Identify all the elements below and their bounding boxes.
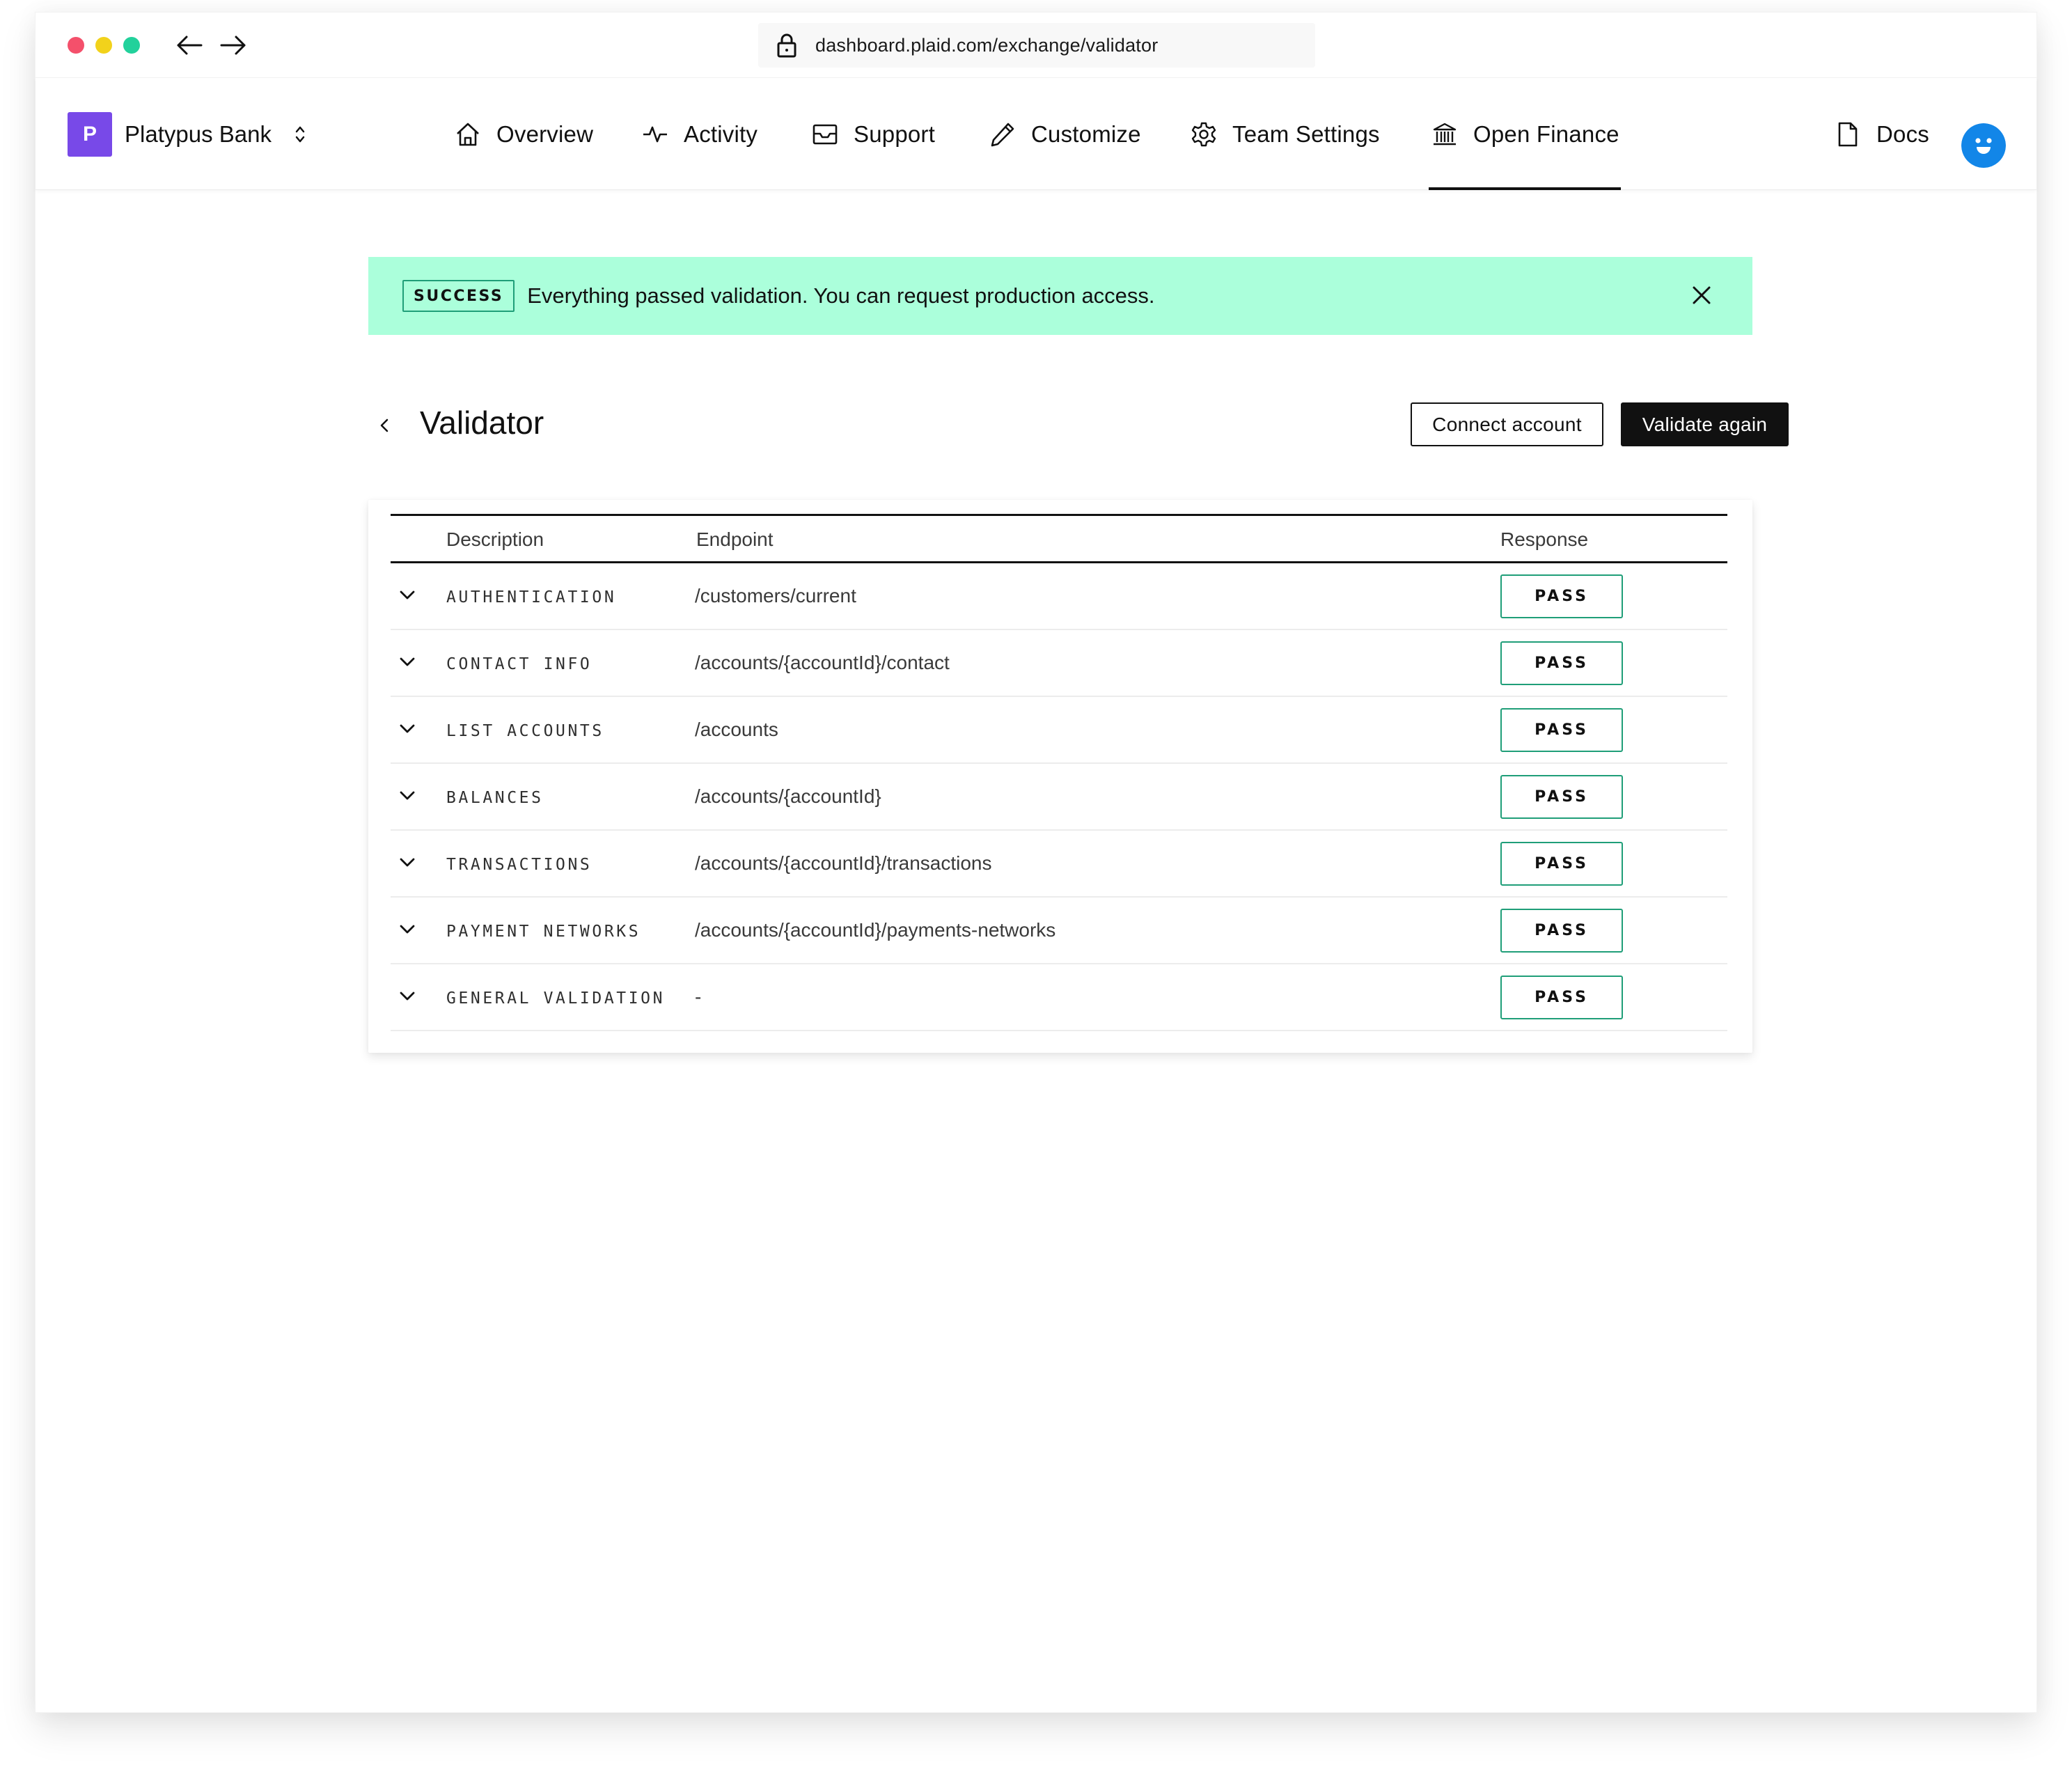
address-bar[interactable]: dashboard.plaid.com/exchange/validator [758, 23, 1315, 68]
header-endpoint: Endpoint [696, 528, 774, 550]
header-response: Response [1500, 528, 1589, 550]
status-badge: PASS [1500, 842, 1623, 886]
nav-label: Support [854, 121, 935, 147]
gear-icon [1191, 122, 1216, 147]
status-badge: PASS [1500, 641, 1623, 685]
table-row[interactable]: LIST ACCOUNTS /accounts PASS [391, 697, 1727, 764]
chevron-down-icon[interactable] [400, 657, 415, 667]
chevron-updown-icon [295, 126, 305, 143]
row-endpoint: /customers/current [695, 585, 856, 606]
chevron-down-icon[interactable] [400, 992, 415, 1001]
row-description: CONTACT INFO [446, 655, 592, 673]
table-header: Description Endpoint Response [391, 514, 1727, 563]
header-description: Description [446, 528, 544, 550]
bank-icon [1433, 123, 1457, 146]
window-maximize-dot[interactable] [123, 37, 140, 54]
nav-label: Team Settings [1232, 121, 1380, 147]
activity-icon [643, 126, 667, 143]
nav-activity[interactable]: Activity [642, 112, 758, 157]
window-minimize-dot[interactable] [95, 37, 112, 54]
table-row[interactable]: PAYMENT NETWORKS /accounts/{accountId}/p… [391, 898, 1727, 964]
avatar-circle [1961, 123, 2006, 168]
user-avatar[interactable] [1961, 123, 2006, 168]
table-row[interactable]: BALANCES /accounts/{accountId} PASS [391, 764, 1727, 831]
row-description: TRANSACTIONS [446, 856, 592, 874]
window-close-dot[interactable] [68, 37, 84, 54]
forward-arrow-icon[interactable] [220, 35, 246, 56]
pencil-icon [991, 123, 1014, 147]
browser-toolbar: dashboard.plaid.com/exchange/validator [36, 13, 2036, 78]
row-endpoint: /accounts/{accountId}/payments-networks [695, 919, 1056, 941]
table-row[interactable]: TRANSACTIONS /accounts/{accountId}/trans… [391, 831, 1727, 898]
nav-docs[interactable]: Docs [1835, 112, 1929, 157]
status-badge: PASS [1500, 909, 1623, 953]
browser-window: dashboard.plaid.com/exchange/validator P… [35, 12, 2037, 1713]
row-endpoint: /accounts/{accountId}/transactions [695, 852, 992, 874]
nav-label: Overview [496, 121, 594, 147]
chevron-down-icon[interactable] [400, 724, 415, 734]
close-icon[interactable] [1691, 285, 1712, 306]
success-badge: SUCCESS [402, 280, 515, 312]
nav-label: Docs [1876, 121, 1929, 147]
status-badge: PASS [1500, 775, 1623, 819]
url-text: dashboard.plaid.com/exchange/validator [815, 34, 1159, 56]
validate-again-button[interactable]: Validate again [1621, 402, 1789, 446]
status-badge: PASS [1500, 574, 1623, 618]
validator-table: Description Endpoint Response AUTHENTICA… [391, 514, 1727, 1031]
chevron-left-icon[interactable] [379, 418, 390, 433]
row-endpoint: /accounts [695, 719, 778, 740]
chevron-down-icon[interactable] [400, 925, 415, 934]
success-banner: SUCCESS Everything passed validation. Yo… [368, 257, 1752, 335]
nav-customize[interactable]: Customize [989, 112, 1141, 157]
inbox-icon [813, 124, 838, 145]
chevron-down-icon[interactable] [400, 590, 415, 600]
nav-support[interactable]: Support [812, 112, 935, 157]
row-description: LIST ACCOUNTS [446, 722, 604, 740]
home-icon [457, 123, 479, 146]
chevron-down-icon[interactable] [400, 791, 415, 801]
status-badge: PASS [1500, 976, 1623, 1019]
row-description: AUTHENTICATION [446, 588, 617, 606]
row-endpoint: /accounts/{accountId}/contact [695, 652, 950, 673]
nav-label: Customize [1031, 121, 1141, 147]
lock-icon [777, 33, 796, 58]
validator-results-card: Description Endpoint Response AUTHENTICA… [368, 500, 1752, 1053]
page-header: Validator Connect account Validate again [368, 402, 1789, 447]
connect-account-button[interactable]: Connect account [1411, 402, 1603, 446]
table-row[interactable]: GENERAL VALIDATION - PASS [391, 964, 1727, 1031]
table-row[interactable]: AUTHENTICATION /customers/current PASS [391, 563, 1727, 630]
row-description: BALANCES [446, 789, 544, 807]
nav-overview[interactable]: Overview [455, 112, 593, 157]
app-navigation: P Platypus Bank Overview Activity Suppor… [36, 78, 2036, 190]
row-endpoint: /accounts/{accountId} [695, 785, 881, 807]
row-endpoint: - [695, 986, 702, 1008]
org-switcher[interactable]: P Platypus Bank [68, 112, 306, 157]
nav-label: Activity [684, 121, 758, 147]
row-description: PAYMENT NETWORKS [446, 923, 641, 941]
document-icon [1838, 122, 1858, 147]
row-description: GENERAL VALIDATION [446, 989, 666, 1008]
back-arrow-icon[interactable] [176, 35, 203, 56]
banner-message: Everything passed validation. You can re… [527, 283, 1155, 308]
chevron-down-icon[interactable] [400, 858, 415, 868]
nav-label: Open Finance [1473, 121, 1619, 147]
org-name: Platypus Bank [125, 121, 272, 147]
nav-open-finance[interactable]: Open Finance [1429, 112, 1621, 190]
status-badge: PASS [1500, 708, 1623, 752]
table-body: AUTHENTICATION /customers/current PASS C… [391, 563, 1727, 1031]
org-logo: P [68, 112, 112, 157]
table-row[interactable]: CONTACT INFO /accounts/{accountId}/conta… [391, 630, 1727, 697]
page-title: Validator [420, 405, 544, 441]
nav-team-settings[interactable]: Team Settings [1191, 112, 1380, 157]
